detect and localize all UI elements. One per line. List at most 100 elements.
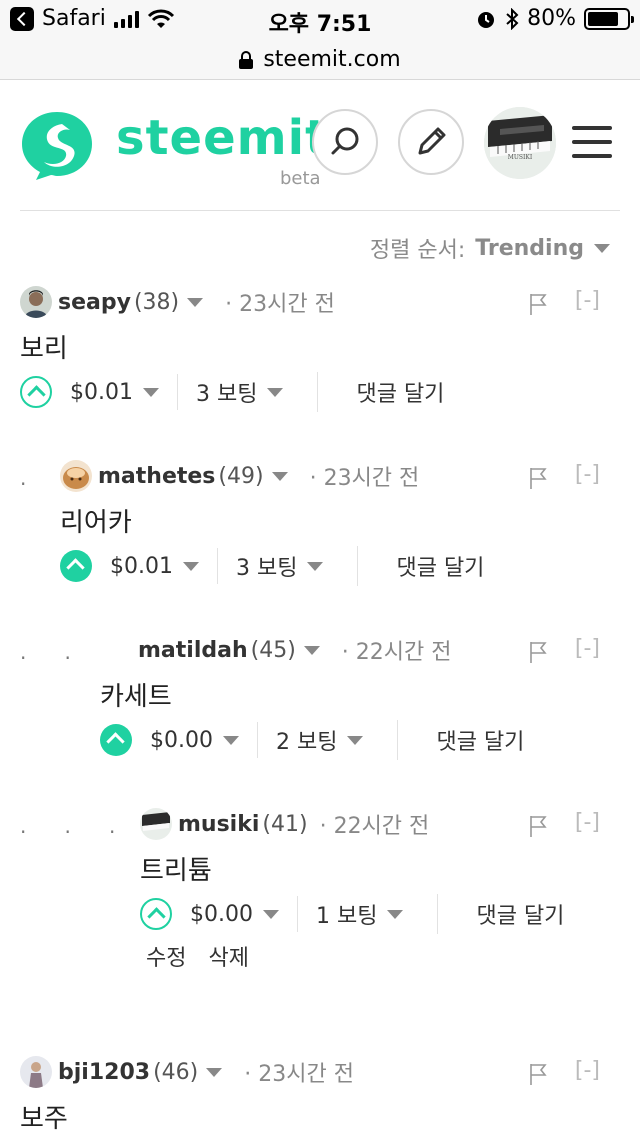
payout-dropdown[interactable]: $0.00 (190, 902, 279, 927)
piano-avatar-icon (484, 107, 556, 179)
comment-author[interactable]: seapy (58, 290, 131, 315)
flag-icon[interactable] (528, 814, 548, 838)
chevron-down-icon[interactable] (267, 387, 284, 397)
upvote-button[interactable] (60, 550, 92, 582)
payout-dropdown[interactable]: $0.01 (110, 554, 199, 579)
avatar[interactable] (60, 460, 92, 492)
steemit-logo-icon[interactable] (18, 108, 96, 182)
divider (216, 548, 218, 584)
comment-body: 보리 (20, 334, 68, 364)
comment-time-text[interactable]: 23시간 전 (258, 1062, 354, 1087)
votes-count[interactable]: 3 보팅 (196, 376, 257, 408)
comment-time-text[interactable]: 22시간 전 (334, 814, 430, 839)
comment-time[interactable]: · 22시간 전 (342, 634, 452, 666)
comment-actions: $0.01 3 보팅 댓글 달기 (60, 546, 484, 586)
edit-button[interactable]: 수정 (146, 940, 186, 972)
collapse-toggle[interactable]: [-] (575, 1058, 600, 1083)
comment-author[interactable]: bji1203 (58, 1060, 150, 1085)
hamburger-menu-icon[interactable] (572, 126, 612, 158)
divider (397, 720, 399, 760)
battery-icon (584, 7, 634, 30)
voters-dropdown[interactable]: 1 보팅 (316, 898, 404, 930)
comment-time[interactable]: · 23시간 전 (310, 460, 420, 492)
avatar[interactable] (20, 1056, 52, 1088)
comment-author[interactable]: mathetes (98, 464, 215, 489)
collapse-toggle[interactable]: [-] (575, 810, 600, 835)
collapse-toggle[interactable]: [-] (575, 462, 600, 487)
chevron-down-icon[interactable] (594, 243, 610, 253)
upvote-button[interactable] (100, 724, 132, 756)
upvote-button[interactable] (140, 898, 172, 930)
battery-level (588, 11, 619, 26)
reply-button[interactable]: 댓글 달기 (396, 550, 484, 582)
divider (437, 894, 439, 934)
payout-value[interactable]: $0.01 (110, 554, 173, 579)
flag-icon[interactable] (528, 466, 548, 490)
reply-button[interactable]: 댓글 달기 (436, 724, 524, 756)
comment-actions: $0.00 1 보팅 댓글 달기 (140, 894, 564, 934)
chevron-down-icon[interactable] (222, 735, 239, 745)
depth-indicator: · (20, 472, 27, 496)
comment-time-text[interactable]: 23시간 전 (239, 292, 335, 317)
write-post-button[interactable] (398, 109, 464, 175)
votes-count[interactable]: 2 보팅 (276, 724, 337, 756)
comment-author[interactable]: musiki (178, 812, 259, 837)
comment-header: seapy (38) · 23시간 전 (20, 284, 335, 320)
chevron-down-icon[interactable] (271, 471, 288, 481)
search-button[interactable] (312, 109, 378, 175)
reply-button[interactable]: 댓글 달기 (476, 898, 564, 930)
author-reputation: (41) (262, 811, 308, 837)
comment-body: 리어카 (60, 508, 132, 538)
comment-time[interactable]: · 23시간 전 (225, 286, 335, 318)
comment-time-text[interactable]: 23시간 전 (324, 466, 420, 491)
payout-value[interactable]: $0.00 (190, 902, 253, 927)
comment-item: · · matildah (45) · 22시간 전 [-] 카세트 $0.00… (0, 630, 640, 780)
status-bar: Safari 오후 7:51 80% (0, 0, 640, 40)
collapse-toggle[interactable]: [-] (575, 636, 600, 661)
flag-icon[interactable] (528, 640, 548, 664)
flag-icon[interactable] (528, 1062, 548, 1086)
author-reputation: (49) (218, 463, 264, 489)
chevron-down-icon[interactable] (303, 645, 320, 655)
sort-value[interactable]: Trending (475, 236, 584, 261)
comment-body: 트리튬 (140, 856, 212, 886)
comment-item: bji1203 (46) · 23시간 전 [-] 보주 (0, 1052, 640, 1136)
flag-icon[interactable] (528, 292, 548, 316)
payout-value[interactable]: $0.01 (70, 380, 133, 405)
divider (176, 374, 178, 410)
sort-selector[interactable]: 정렬 순서: Trending (370, 232, 610, 264)
voters-dropdown[interactable]: 2 보팅 (276, 724, 364, 756)
avatar[interactable] (140, 808, 172, 840)
upvote-button[interactable] (20, 376, 52, 408)
chevron-down-icon[interactable] (142, 387, 159, 397)
url-domain[interactable]: steemit.com (263, 47, 400, 72)
comment-time[interactable]: · 23시간 전 (244, 1056, 354, 1088)
comment-body: 카세트 (100, 682, 172, 712)
delete-button[interactable]: 삭제 (208, 940, 248, 972)
comment-time[interactable]: · 22시간 전 (320, 808, 430, 840)
chevron-down-icon[interactable] (347, 735, 364, 745)
voters-dropdown[interactable]: 3 보팅 (236, 550, 324, 582)
divider (317, 372, 319, 412)
avatar[interactable] (20, 286, 52, 318)
reply-button[interactable]: 댓글 달기 (356, 376, 444, 408)
chevron-down-icon[interactable] (187, 297, 204, 307)
voters-dropdown[interactable]: 3 보팅 (196, 376, 284, 408)
votes-count[interactable]: 3 보팅 (236, 550, 297, 582)
payout-dropdown[interactable]: $0.00 (150, 728, 239, 753)
chevron-down-icon[interactable] (387, 909, 404, 919)
comment-time-text[interactable]: 22시간 전 (356, 640, 452, 665)
collapse-toggle[interactable]: [-] (575, 288, 600, 313)
url-bar[interactable]: steemit.com (0, 40, 640, 80)
header-divider (20, 210, 620, 211)
payout-dropdown[interactable]: $0.01 (70, 380, 159, 405)
user-avatar-button[interactable]: MUSIKI (484, 107, 556, 179)
payout-value[interactable]: $0.00 (150, 728, 213, 753)
logo-wordmark[interactable]: steemit (116, 110, 329, 166)
chevron-down-icon[interactable] (182, 561, 199, 571)
chevron-down-icon[interactable] (262, 909, 279, 919)
votes-count[interactable]: 1 보팅 (316, 898, 377, 930)
comment-author[interactable]: matildah (138, 638, 248, 663)
chevron-down-icon[interactable] (206, 1067, 223, 1077)
chevron-down-icon[interactable] (307, 561, 324, 571)
